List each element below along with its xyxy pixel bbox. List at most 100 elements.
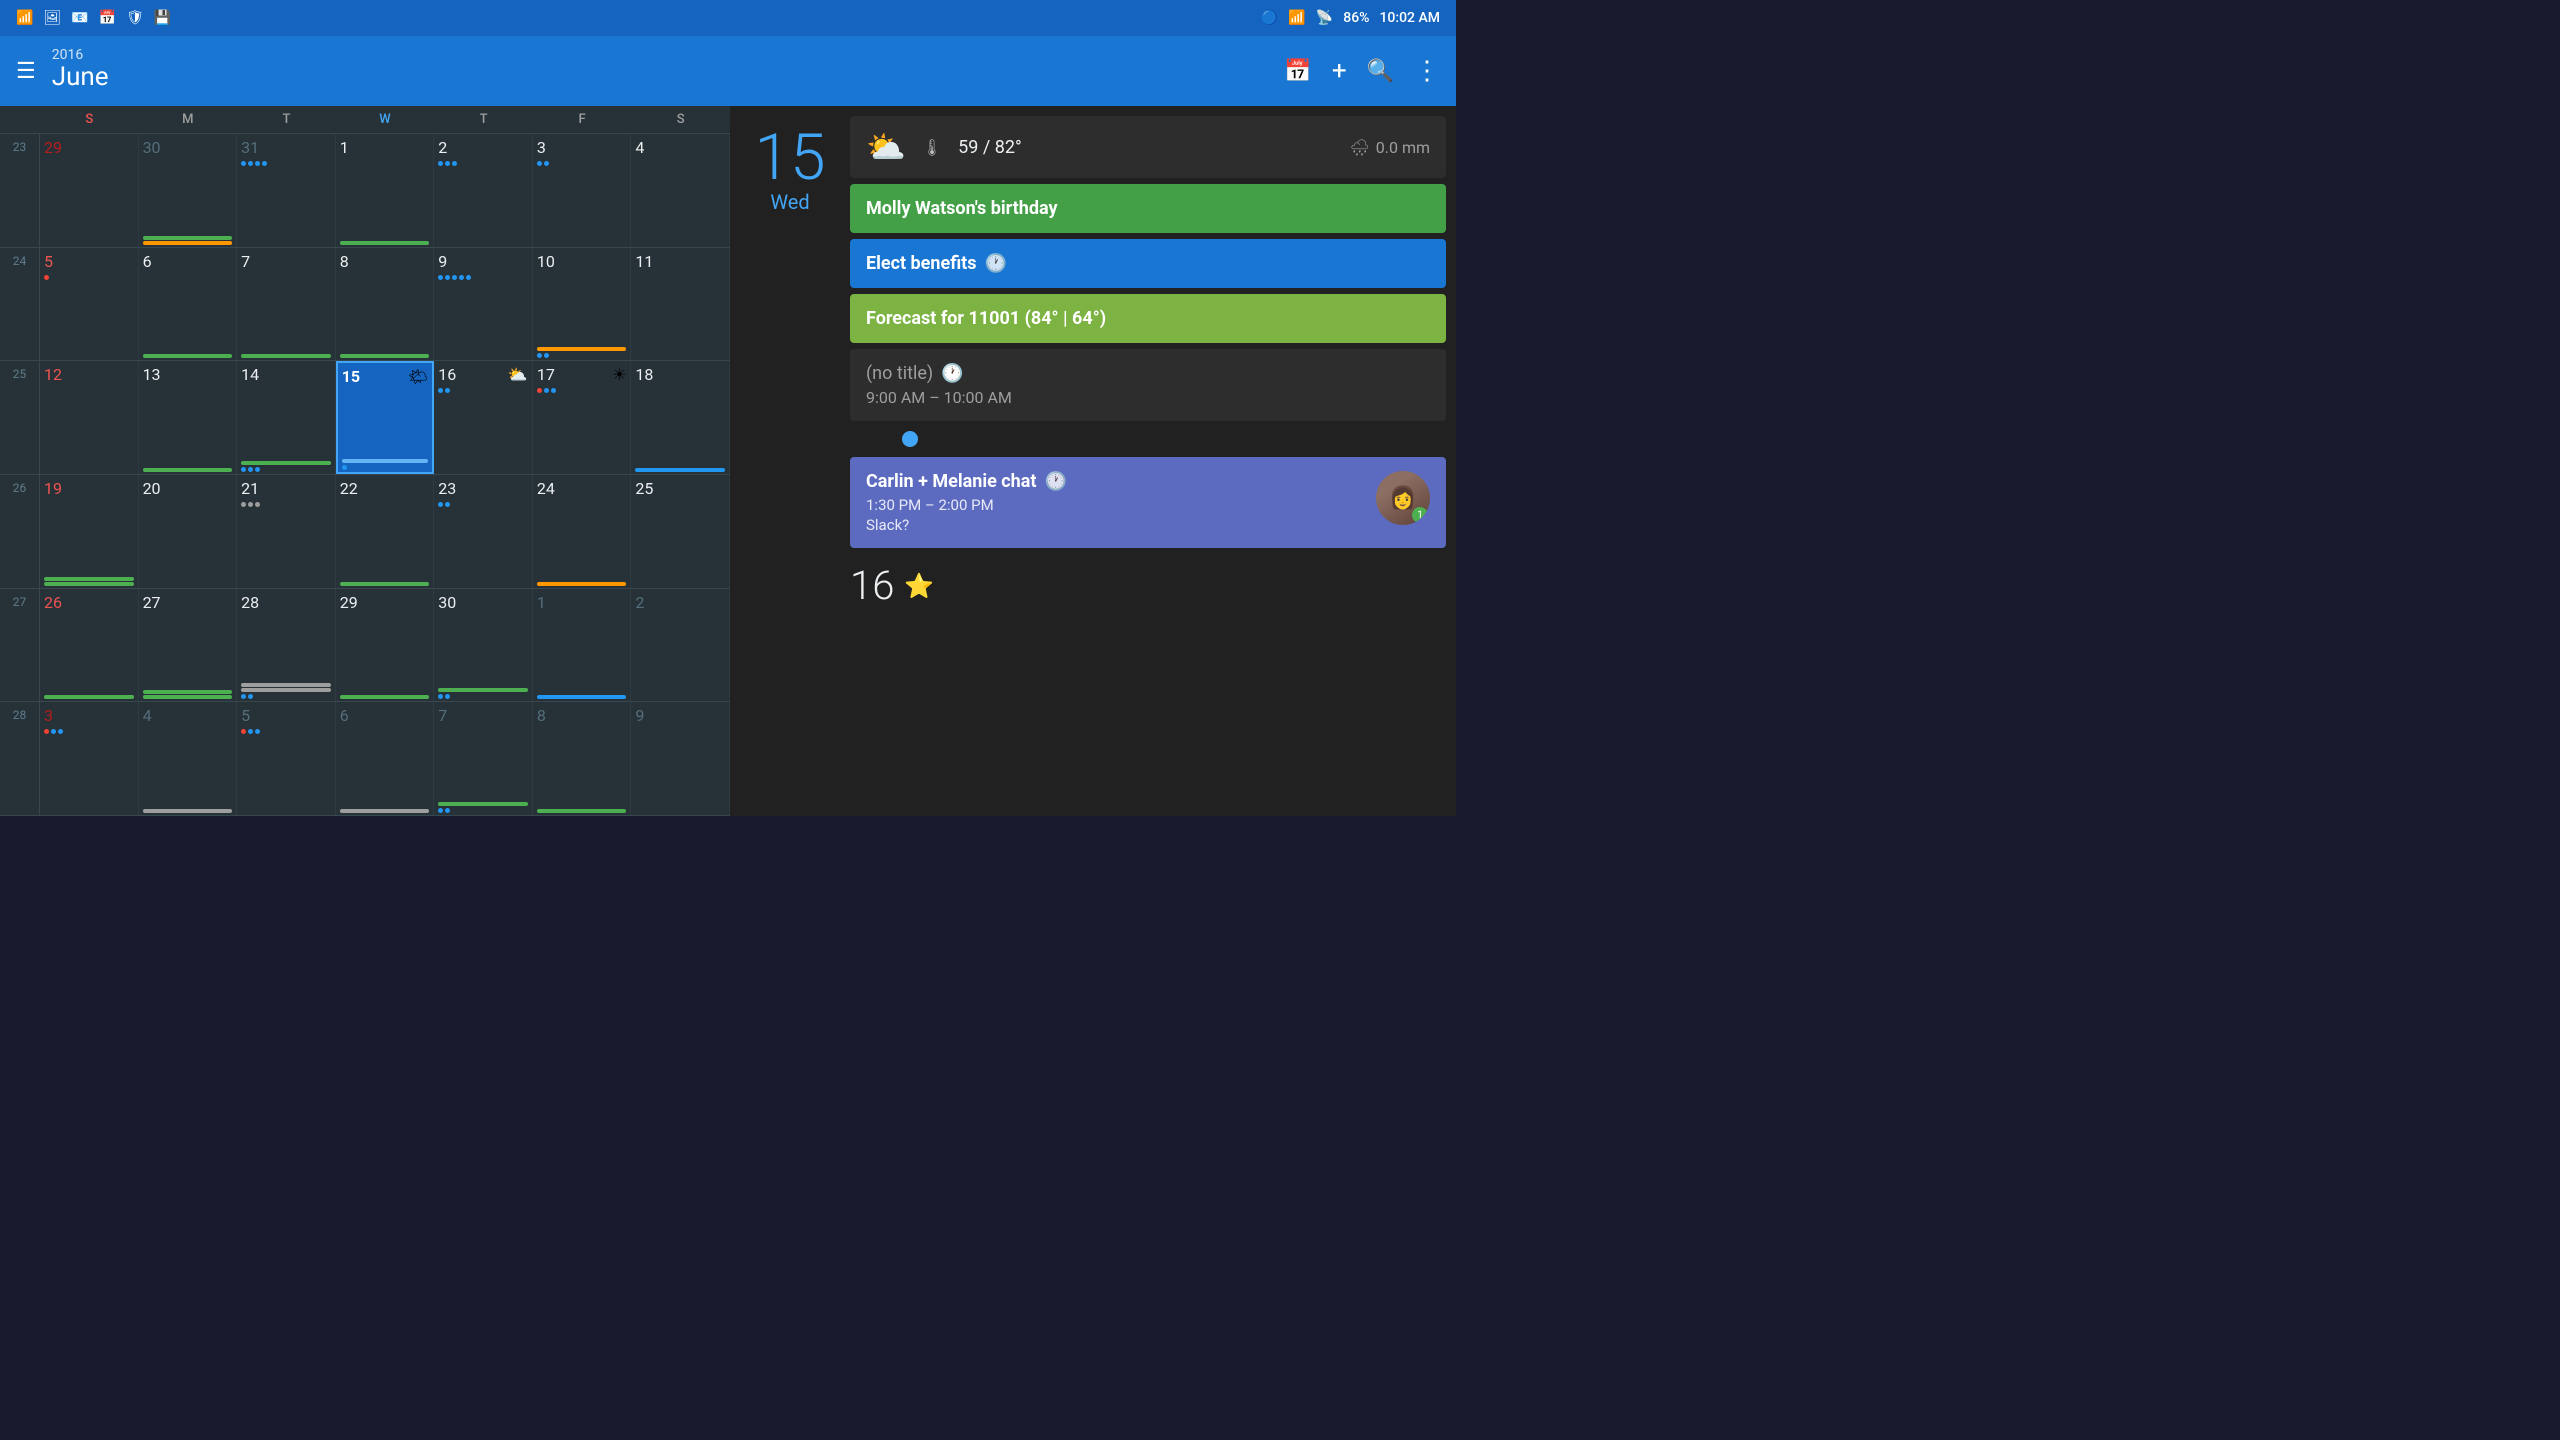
day-detail-sidebar: 15 Wed — [730, 106, 850, 816]
calendar-cell-jun15-today[interactable]: 15 🌤 — [336, 361, 435, 474]
carlin-event-subtitle: Slack? — [866, 516, 1376, 534]
weather-icon-15: 🌤 — [408, 367, 428, 386]
week-num-header — [0, 106, 40, 133]
calendar-cell-jun20[interactable]: 20 — [139, 475, 238, 588]
search-icon[interactable]: 🔍 — [1367, 59, 1394, 84]
calendar-icon: 📅 — [99, 10, 116, 26]
calendar-cell-jun13[interactable]: 13 — [139, 361, 238, 474]
current-time: 10:02 AM — [1379, 10, 1440, 26]
calendar-cell-jun12[interactable]: 12 — [40, 361, 139, 474]
calendar-cell-jun16[interactable]: 16 ⛅ — [434, 361, 533, 474]
calendar-cell-jun4[interactable]: 4 — [631, 134, 730, 247]
calendar-cell-jun11[interactable]: 11 — [631, 248, 730, 361]
calendar-cell-jul6[interactable]: 6 — [336, 702, 435, 815]
calendar-cell-jun1[interactable]: 1 — [336, 134, 435, 247]
week-num-27: 27 — [0, 589, 40, 702]
calendar-cell-jul7[interactable]: 7 — [434, 702, 533, 815]
precipitation-info: 🌧 0.0 mm — [1349, 138, 1430, 157]
calendar-cell-jun7[interactable]: 7 — [237, 248, 336, 361]
calendar-cell-jun9[interactable]: 9 — [434, 248, 533, 361]
carlin-event-title: Carlin + Melanie chat 🕐 — [866, 471, 1376, 492]
calendar-cell-jul3[interactable]: 3 — [40, 702, 139, 815]
calendar-cell-jul2[interactable]: 2 — [631, 589, 730, 702]
calendar-cell-jun8[interactable]: 8 — [336, 248, 435, 361]
next-day-number: 16 — [850, 562, 894, 609]
wednesday-header: W — [336, 106, 435, 133]
calendar-cell-jun21[interactable]: 21 — [237, 475, 336, 588]
calendar-week-28: 28 3 4 5 — [0, 702, 730, 816]
temperature-range: 59 / 82° — [958, 137, 1022, 158]
more-options-icon[interactable]: ⋮ — [1414, 56, 1440, 86]
calendar-cell-jul5[interactable]: 5 — [237, 702, 336, 815]
weather-card: ⛅ 🌡 59 / 82° 🌧 0.0 mm — [850, 116, 1446, 178]
calendar-cell-jun25[interactable]: 25 — [631, 475, 730, 588]
calendar-cell-jun18[interactable]: 18 — [631, 361, 730, 474]
week-num-26: 26 — [0, 475, 40, 588]
forecast-event-card[interactable]: Forecast for 11001 (84° | 64°) — [850, 294, 1446, 343]
timeline-current-marker — [902, 431, 918, 447]
calendar-cell-jul4[interactable]: 4 — [139, 702, 238, 815]
sunday-header: S — [40, 106, 139, 133]
carlin-event-time: 1:30 PM – 2:00 PM — [866, 496, 1376, 514]
calendar-cell-jun10[interactable]: 10 — [533, 248, 632, 361]
week-num-24: 24 — [0, 248, 40, 361]
calendar-cell-jun19[interactable]: 19 — [40, 475, 139, 588]
calendar-cell-jun30[interactable]: 30 — [434, 589, 533, 702]
hamburger-menu-icon[interactable]: ☰ — [16, 59, 36, 84]
calendar-cell-jun14[interactable]: 14 — [237, 361, 336, 474]
calendar-cell-jun6[interactable]: 6 — [139, 248, 238, 361]
app-bar: ☰ 2016 June 📅 + 🔍 ⋮ — [0, 36, 1456, 106]
calendar-cell-jun17[interactable]: 17 ☀ — [533, 361, 632, 474]
carlin-event-info: Carlin + Melanie chat 🕐 1:30 PM – 2:00 P… — [866, 471, 1376, 534]
calendar-cell-jun27[interactable]: 27 — [139, 589, 238, 702]
calendar-week-25: 25 12 13 14 15 — [0, 361, 730, 475]
calendar-cell-may29[interactable]: 29 — [40, 134, 139, 247]
status-bar-left-icons: 📶 🖼 📧 📅 🛡 💾 — [16, 10, 171, 26]
benefits-event-card[interactable]: Elect benefits 🕐 — [850, 239, 1446, 288]
calendar-view-icon[interactable]: 📅 — [1284, 59, 1311, 84]
calendar-grid: 23 29 30 31 — [0, 134, 730, 816]
precip-value: 0.0 mm — [1376, 138, 1430, 157]
calendar-cell-jun22[interactable]: 22 — [336, 475, 435, 588]
birthday-event-card[interactable]: Molly Watson's birthday — [850, 184, 1446, 233]
photo-icon: 🖼 — [43, 10, 61, 26]
calendar-cell-may31[interactable]: 31 — [237, 134, 336, 247]
calendar-cell-jul1[interactable]: 1 — [533, 589, 632, 702]
add-event-icon[interactable]: + — [1332, 56, 1347, 86]
calendar-cell-jun24[interactable]: 24 — [533, 475, 632, 588]
calendar-week-27: 27 26 27 28 — [0, 589, 730, 703]
notitle-event-time: 9:00 AM – 10:00 AM — [866, 388, 1430, 407]
monday-header: M — [139, 106, 238, 133]
clock-icon-notitle: 🕐 — [941, 363, 963, 384]
main-content: S M T W T F S 23 29 30 — [0, 106, 1456, 816]
friday-header: F — [533, 106, 632, 133]
calendar-cell-jul8[interactable]: 8 — [533, 702, 632, 815]
calendar-week-23: 23 29 30 31 — [0, 134, 730, 248]
carlin-event-card[interactable]: Carlin + Melanie chat 🕐 1:30 PM – 2:00 P… — [850, 457, 1446, 548]
calendar-week-26: 26 19 20 21 — [0, 475, 730, 589]
week-num-28: 28 — [0, 702, 40, 815]
calendar-cell-jun2[interactable]: 2 — [434, 134, 533, 247]
calendar-cell-jun23[interactable]: 23 — [434, 475, 533, 588]
bluetooth-icon: 🔵 — [1261, 10, 1278, 26]
calendar-cell-jun29[interactable]: 29 — [336, 589, 435, 702]
calendar-cell-jun5[interactable]: 5 — [40, 248, 139, 361]
right-panel: 15 Wed ⛅ 🌡 59 / 82° 🌧 0.0 mm Molly Watso… — [730, 106, 1456, 816]
shield-icon: 🛡 — [126, 10, 144, 26]
forecast-event-title: Forecast for 11001 (84° | 64°) — [866, 308, 1430, 329]
birthday-event-title: Molly Watson's birthday — [866, 198, 1430, 219]
calendar-cell-jun26[interactable]: 26 — [40, 589, 139, 702]
weather-icon-16: ⛅ — [508, 365, 528, 384]
calendar-panel: S M T W T F S 23 29 30 — [0, 106, 730, 816]
thermometer-icon: 🌡 — [922, 138, 942, 157]
selected-day-name: Wed — [770, 190, 809, 214]
week-num-25: 25 — [0, 361, 40, 474]
calendar-cell-jun28[interactable]: 28 — [237, 589, 336, 702]
calendar-cell-may30[interactable]: 30 — [139, 134, 238, 247]
app-title: 2016 June — [52, 48, 109, 93]
calendar-cell-jun3[interactable]: 3 — [533, 134, 632, 247]
outlook-icon: 📧 — [71, 10, 88, 26]
notitle-event-card[interactable]: (no title) 🕐 9:00 AM – 10:00 AM — [850, 349, 1446, 421]
calendar-cell-jul9[interactable]: 9 — [631, 702, 730, 815]
next-day-row: 16 ⭐ — [850, 554, 1446, 613]
